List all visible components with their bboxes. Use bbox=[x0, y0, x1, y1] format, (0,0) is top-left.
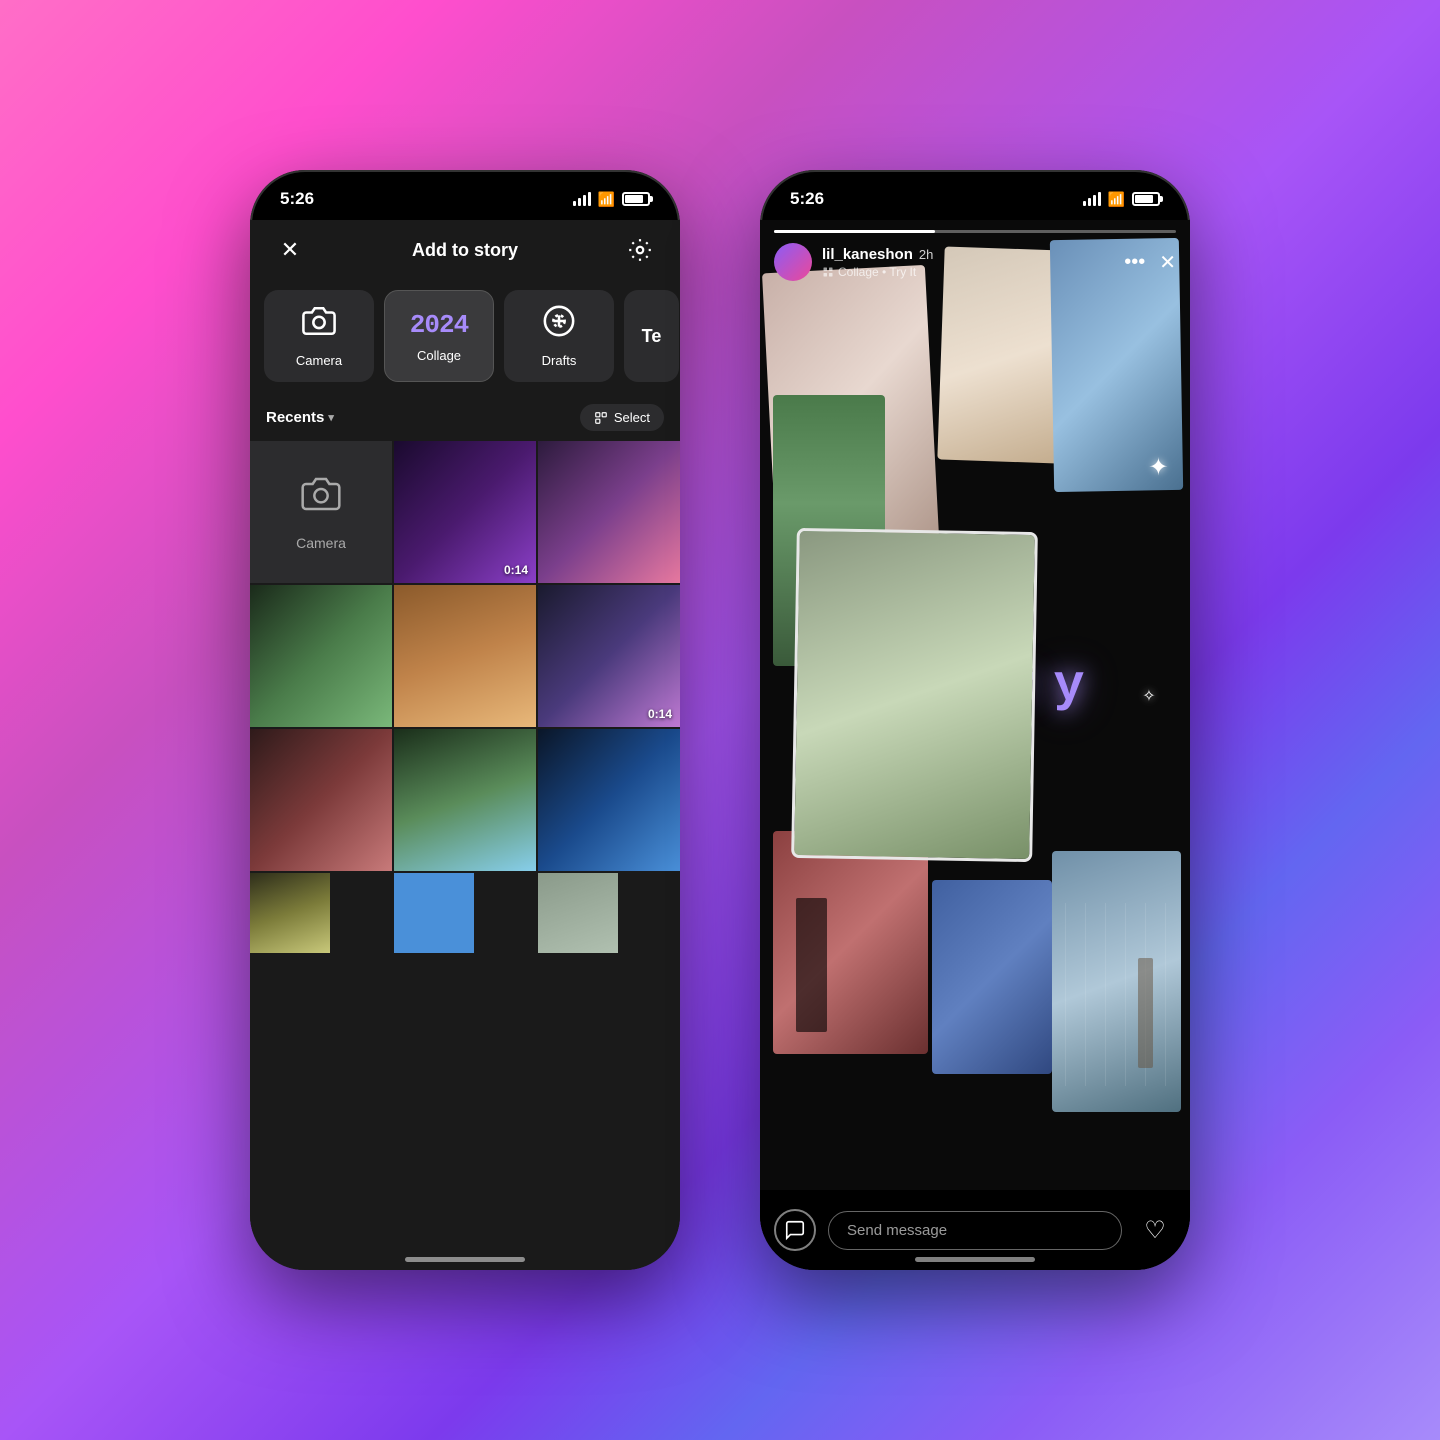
video-duration-2: 0:14 bbox=[648, 707, 672, 721]
photo-cell-3[interactable] bbox=[250, 585, 392, 727]
status-bar-right: 5:26 📶 bbox=[760, 170, 1190, 220]
left-screen: ✕ Add to story Camera bbox=[250, 220, 680, 1270]
camera-icon bbox=[302, 304, 336, 345]
story-header: lil_kaneshon 2h Collage • Try It ••• ✕ bbox=[760, 220, 1190, 289]
top-bar: ✕ Add to story bbox=[250, 220, 680, 280]
message-icon-button[interactable] bbox=[774, 1209, 816, 1251]
camera-cell[interactable]: Camera bbox=[250, 441, 392, 583]
settings-button[interactable] bbox=[622, 232, 658, 268]
heart-button[interactable]: ♡ bbox=[1134, 1209, 1176, 1251]
story-time: 2h bbox=[919, 247, 933, 262]
select-label: Select bbox=[614, 410, 650, 425]
message-input[interactable]: Send message bbox=[828, 1211, 1122, 1250]
photo-cell-2[interactable] bbox=[538, 441, 680, 583]
time-right: 5:26 bbox=[790, 189, 824, 209]
photo-cell-1[interactable]: 0:14 bbox=[394, 441, 536, 583]
story-user-row: lil_kaneshon 2h Collage • Try It ••• ✕ bbox=[774, 243, 1176, 281]
story-subtitle: Collage • Try It bbox=[822, 265, 933, 279]
drafts-tool-button[interactable]: Drafts bbox=[504, 290, 614, 382]
story-more-button[interactable]: ••• bbox=[1124, 251, 1145, 274]
photo-cell-4[interactable] bbox=[394, 585, 536, 727]
camera-tool-button[interactable]: Camera bbox=[264, 290, 374, 382]
drafts-icon bbox=[542, 304, 576, 345]
message-placeholder: Send message bbox=[847, 1222, 947, 1239]
drafts-tool-label: Drafts bbox=[542, 353, 577, 368]
battery-icon bbox=[622, 192, 650, 206]
photo-cell-6[interactable] bbox=[250, 729, 392, 871]
recents-bar: Recents ▾ Select bbox=[250, 392, 680, 441]
story-close-button[interactable]: ✕ bbox=[1159, 250, 1176, 275]
status-bar-left: 5:26 📶 bbox=[250, 170, 680, 220]
story-user-info: lil_kaneshon 2h Collage • Try It bbox=[822, 246, 933, 279]
story-user-right: ••• ✕ bbox=[1124, 250, 1176, 275]
photo-cell-8[interactable] bbox=[538, 729, 680, 871]
collage-icon: 2024 bbox=[410, 310, 468, 340]
photo-cell-7[interactable] bbox=[394, 729, 536, 871]
photo-grid: Camera 0:14 0:14 bbox=[250, 441, 680, 953]
story-progress-bar bbox=[774, 230, 1176, 233]
photo-cell-11[interactable] bbox=[538, 873, 618, 953]
story-user-left: lil_kaneshon 2h Collage • Try It bbox=[774, 243, 933, 281]
wifi-icon: 📶 bbox=[598, 191, 615, 208]
collage-photo-colorful bbox=[932, 880, 1052, 1074]
status-icons-left: 📶 bbox=[573, 191, 650, 208]
home-indicator-right bbox=[915, 1257, 1035, 1262]
right-screen: hh:n:y ✦ ✧ ✦ ✧ bbox=[760, 220, 1190, 1270]
status-icons-right: 📶 bbox=[1083, 191, 1160, 208]
story-progress-fill bbox=[774, 230, 935, 233]
close-button[interactable]: ✕ bbox=[272, 232, 308, 268]
video-duration-1: 0:14 bbox=[504, 563, 528, 577]
recents-dropdown[interactable]: Recents ▾ bbox=[266, 409, 334, 426]
battery-icon-right bbox=[1132, 192, 1160, 206]
collage-photo-bridge bbox=[1052, 851, 1181, 1113]
heart-icon: ♡ bbox=[1144, 1216, 1166, 1245]
wifi-icon-right: 📶 bbox=[1108, 191, 1125, 208]
camera-tool-label: Camera bbox=[296, 353, 342, 368]
collage-photo-center bbox=[792, 528, 1039, 862]
text-tool-label: Te bbox=[642, 326, 662, 347]
signal-icon bbox=[573, 192, 591, 206]
collage-photo-table bbox=[773, 831, 928, 1054]
tools-row: Camera 2024 Collage Drafts Te bbox=[250, 280, 680, 392]
photo-cell-9[interactable] bbox=[250, 873, 330, 953]
text-tool-button[interactable]: Te bbox=[624, 290, 679, 382]
time-left: 5:26 bbox=[280, 189, 314, 209]
chevron-down-icon: ▾ bbox=[328, 411, 334, 424]
page-title: Add to story bbox=[412, 240, 518, 261]
collage-content: hh:n:y ✦ ✧ ✦ ✧ bbox=[760, 220, 1190, 1190]
sparkle-1: ✦ bbox=[1148, 453, 1168, 482]
right-phone: 5:26 📶 hh:n:y bbox=[760, 170, 1190, 1270]
select-button[interactable]: Select bbox=[580, 404, 664, 431]
avatar[interactable] bbox=[774, 243, 812, 281]
collage-tool-label: Collage bbox=[417, 348, 461, 363]
signal-icon-right bbox=[1083, 192, 1101, 206]
story-username: lil_kaneshon bbox=[822, 246, 913, 263]
camera-cell-label: Camera bbox=[296, 535, 346, 551]
photo-cell-5[interactable]: 0:14 bbox=[538, 585, 680, 727]
collage-tool-button[interactable]: 2024 Collage bbox=[384, 290, 494, 382]
left-phone: 5:26 📶 ✕ Add to story bbox=[250, 170, 680, 1270]
camera-cell-icon bbox=[301, 474, 341, 523]
home-indicator-left bbox=[405, 1257, 525, 1262]
photo-cell-10[interactable] bbox=[394, 873, 474, 953]
sparkle-2: ✧ bbox=[1142, 686, 1155, 706]
